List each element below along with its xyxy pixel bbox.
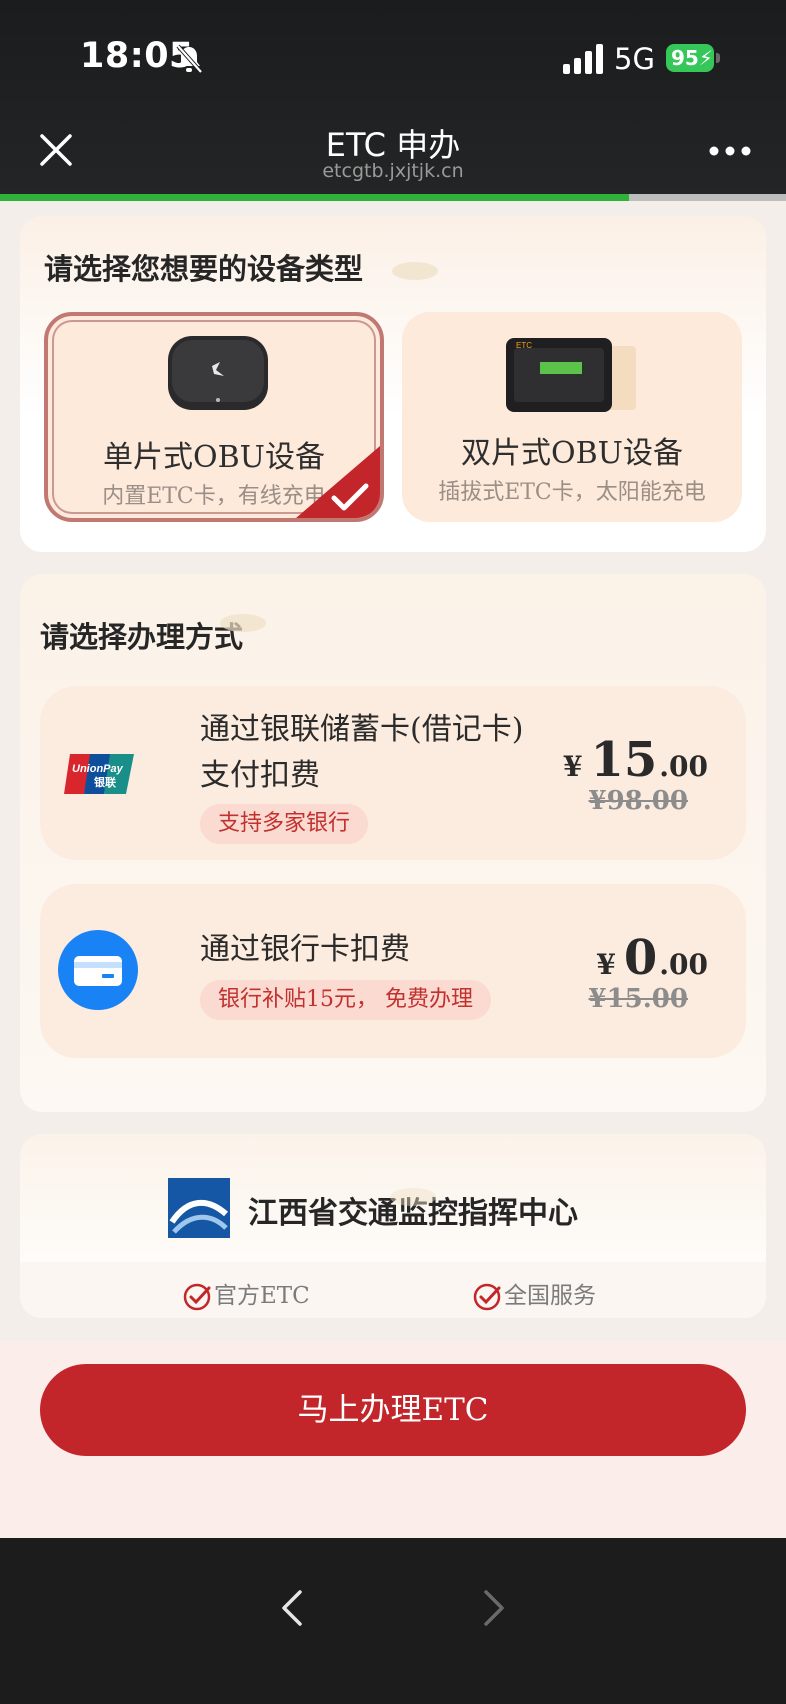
badge-label: 全国服务 bbox=[504, 1283, 596, 1309]
check-circle-icon bbox=[183, 1283, 211, 1311]
svg-text:UnionPay: UnionPay bbox=[72, 763, 124, 775]
payment-option-title: 通过银联储蓄卡(借记卡) bbox=[200, 712, 524, 747]
ribbon-decoration bbox=[392, 262, 438, 280]
selected-check-icon bbox=[296, 446, 380, 518]
progress-fill bbox=[0, 194, 629, 201]
price: ¥0.00 bbox=[596, 930, 708, 986]
payment-option-subtitle: 支付扣费 bbox=[200, 758, 320, 793]
ribbon-decoration bbox=[390, 1188, 436, 1206]
apply-etc-button[interactable]: 马上办理ETC bbox=[40, 1364, 746, 1456]
payment-option-bank-card[interactable]: 通过银行卡扣费 银行补贴15元， 免费办理 ¥0.00 ¥15.00 bbox=[40, 884, 746, 1058]
signal-icon bbox=[563, 44, 603, 74]
payment-option-tag: 支持多家银行 bbox=[200, 804, 369, 844]
price-integer: 0 bbox=[623, 930, 658, 986]
bell-muted-icon bbox=[176, 44, 203, 74]
badge-nationwide: 全国服务 bbox=[472, 1276, 596, 1312]
payment-option-title: 通过银行卡扣费 bbox=[200, 932, 410, 967]
device-option-name: 双片式OBU设备 bbox=[461, 436, 683, 471]
network-type: 5G bbox=[614, 42, 655, 76]
battery-level: 95 bbox=[671, 46, 699, 70]
browser-toolbar bbox=[0, 1538, 786, 1704]
device-option-single[interactable]: 单片式OBU设备 内置ETC卡，有线充电 bbox=[44, 312, 384, 522]
forward-arrow-icon bbox=[484, 1590, 504, 1626]
device-section-title: 请选择您想要的设备类型 bbox=[44, 252, 364, 286]
payment-option-unionpay[interactable]: UnionPay 银联 通过银联储蓄卡(借记卡) 支付扣费 支持多家银行 ¥15… bbox=[40, 686, 746, 860]
battery-indicator: 95⚡ bbox=[666, 44, 714, 72]
battery-cap bbox=[716, 53, 720, 63]
page-load-progress bbox=[0, 194, 786, 201]
original-price: ¥98.00 bbox=[588, 786, 688, 816]
price-decimal: .00 bbox=[659, 750, 708, 783]
svg-text:ETC: ETC bbox=[516, 341, 532, 350]
provider-badges: 官方ETC 全国服务 bbox=[20, 1262, 766, 1318]
unionpay-logo-icon: UnionPay 银联 bbox=[64, 754, 134, 794]
original-price: ¥15.00 bbox=[588, 984, 688, 1014]
payment-method-section: 请选择办理方式 UnionPay 银联 通过银联储蓄卡(借记卡) 支付扣费 支持… bbox=[20, 574, 766, 1112]
price: ¥15.00 bbox=[563, 732, 708, 788]
device-option-desc: 插拔式ETC卡，太阳能充电 bbox=[438, 480, 706, 505]
bank-card-icon bbox=[58, 930, 138, 1010]
more-options-button[interactable] bbox=[708, 140, 752, 162]
svg-text:银联: 银联 bbox=[94, 775, 116, 789]
badge-label: 官方ETC bbox=[214, 1283, 310, 1309]
ribbon-decoration bbox=[220, 614, 266, 632]
action-area: 马上办理ETC bbox=[0, 1340, 786, 1538]
price-integer: 15 bbox=[590, 732, 658, 788]
badge-official: 官方ETC bbox=[182, 1276, 310, 1312]
price-currency: ¥ bbox=[563, 750, 583, 783]
price-decimal: .00 bbox=[659, 948, 708, 981]
back-arrow-icon[interactable] bbox=[276, 1586, 308, 1630]
provider-section: 江西省交通监控指挥中心 官方ETC 全国服务 bbox=[20, 1134, 766, 1318]
check-circle-icon bbox=[473, 1283, 501, 1311]
method-section-title: 请选择办理方式 bbox=[40, 620, 244, 654]
price-currency: ¥ bbox=[596, 948, 616, 981]
top-bar: 18:05 5G 95⚡ ETC 申办 etcgtb.jxjtjk.cn bbox=[0, 0, 786, 201]
dual-obu-image: ETC bbox=[506, 338, 636, 412]
page-domain: etcgtb.jxjtjk.cn bbox=[322, 160, 464, 182]
provider-logo bbox=[168, 1178, 230, 1238]
single-obu-image bbox=[168, 336, 268, 410]
device-type-section: 请选择您想要的设备类型 单片式OBU设备 内置ETC卡，有线充电 ETC 双片式… bbox=[20, 216, 766, 552]
payment-option-tag: 银行补贴15元， 免费办理 bbox=[200, 980, 491, 1020]
device-option-dual[interactable]: ETC 双片式OBU设备 插拔式ETC卡，太阳能充电 bbox=[402, 312, 742, 522]
